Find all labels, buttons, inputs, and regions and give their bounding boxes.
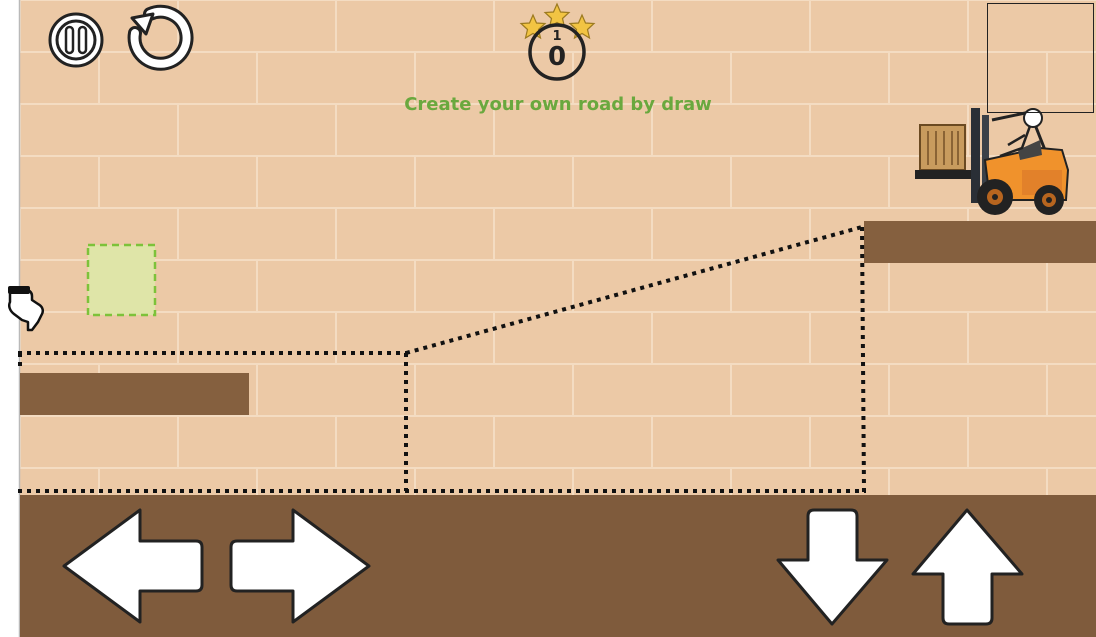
minimap-frame bbox=[987, 3, 1094, 113]
right-platform bbox=[864, 221, 1096, 263]
left-platform bbox=[20, 373, 249, 415]
score-value: 0 bbox=[547, 42, 567, 72]
game-stage[interactable]: 1 0 Create your own road by draw bbox=[0, 0, 1096, 637]
pause-button[interactable] bbox=[48, 12, 104, 68]
left-edge bbox=[0, 0, 20, 637]
target-drop-zone bbox=[86, 243, 157, 317]
hint-text: Create your own road by draw bbox=[404, 94, 712, 115]
